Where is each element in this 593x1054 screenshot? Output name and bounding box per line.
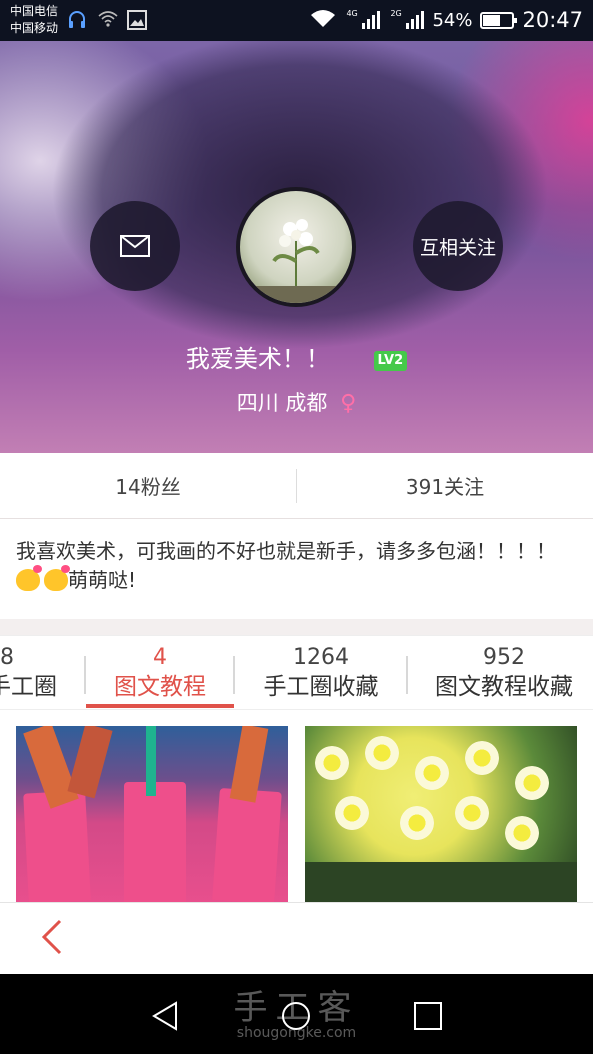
bio: 我喜欢美术，可我画的不好也就是新手，请多多包涵！！！！ 萌萌哒! xyxy=(0,519,593,619)
tab-count: 952 xyxy=(483,645,525,670)
tab-handcraft-favorites[interactable]: 1264 手工圈收藏 xyxy=(240,644,402,702)
tab-label: 手工圈收藏 xyxy=(263,674,379,700)
emoji-icon xyxy=(16,565,42,591)
tab-label: 图文教程收藏 xyxy=(435,674,573,700)
bottom-bar xyxy=(0,902,593,974)
bio-text-end: 萌萌哒! xyxy=(68,568,137,592)
network-2g-label: 2G xyxy=(390,9,402,18)
username: 我爱美术！！ xyxy=(185,345,330,373)
stats-bar: 14粉丝 391关注 xyxy=(0,453,593,519)
female-icon: ♀ xyxy=(340,391,357,416)
carrier-2: 中国移动 xyxy=(10,21,59,35)
tab-separator xyxy=(406,656,408,694)
signal-4g-icon: 4G xyxy=(346,9,381,29)
chevron-left-icon xyxy=(41,919,62,955)
profile-header: 互相关注 我爱美术！！ LV2 四川 成都 ♀ xyxy=(0,41,593,453)
signal-2g-icon: 2G xyxy=(390,9,425,29)
tab-count: 1264 xyxy=(293,645,349,670)
mail-icon xyxy=(120,235,150,257)
following-count[interactable]: 391关注 xyxy=(297,471,593,500)
tab-handcraft-circle[interactable]: 8 手工圈 xyxy=(0,644,68,702)
fans-count[interactable]: 14粉丝 xyxy=(0,471,296,500)
tutorial-grid xyxy=(0,710,593,902)
carrier-labels: 中国电信 中国移动 xyxy=(10,3,58,37)
wifi-off-icon xyxy=(98,10,118,30)
status-bar: 中国电信 中国移动 4G 2G 54% 20:47 xyxy=(0,0,593,41)
location-row: 四川 成都 ♀ xyxy=(0,387,593,417)
tab-separator xyxy=(233,656,235,694)
battery-percent: 54% xyxy=(432,9,473,31)
mutual-follow-button[interactable]: 互相关注 xyxy=(413,201,503,291)
tutorial-card-image[interactable] xyxy=(16,726,288,902)
battery-icon xyxy=(480,11,518,29)
level-badge: LV2 xyxy=(373,351,408,371)
tab-label: 图文教程 xyxy=(114,674,206,700)
flower-avatar-image xyxy=(240,219,352,303)
status-right: 4G 2G 54% 20:47 xyxy=(310,6,583,34)
tab-separator xyxy=(84,656,86,694)
carrier-1: 中国电信 xyxy=(10,4,59,18)
headset-icon xyxy=(68,10,86,30)
tab-tutorial-favorites[interactable]: 952 图文教程收藏 xyxy=(414,644,593,702)
tab-graphic-tutorials[interactable]: 4 图文教程 xyxy=(92,644,228,702)
watermark-url: shougongke.com xyxy=(236,1025,357,1041)
clock: 20:47 xyxy=(522,8,583,32)
username-row: 我爱美术！！ LV2 xyxy=(0,339,593,374)
network-4g-label: 4G xyxy=(346,9,358,18)
image-icon xyxy=(127,10,147,30)
tab-count: 4 xyxy=(153,645,167,670)
location: 四川 成都 xyxy=(236,391,328,415)
tab-label: 手工圈 xyxy=(0,674,57,700)
emoji-icon xyxy=(44,565,70,591)
bio-text: 我喜欢美术，可我画的不好也就是新手，请多多包涵！！！！ xyxy=(16,539,556,563)
content-tabs: 8 手工圈 4 图文教程 1264 手工圈收藏 952 图文教程收藏 xyxy=(0,635,593,710)
avatar[interactable] xyxy=(236,187,356,307)
back-button[interactable] xyxy=(36,917,76,961)
tab-count: 8 xyxy=(0,645,14,670)
tutorial-card-image[interactable] xyxy=(305,726,577,902)
active-tab-indicator xyxy=(86,704,234,708)
message-button[interactable] xyxy=(90,201,180,291)
watermark-logo: 手工客 xyxy=(233,988,360,1028)
wifi-icon xyxy=(310,8,336,33)
